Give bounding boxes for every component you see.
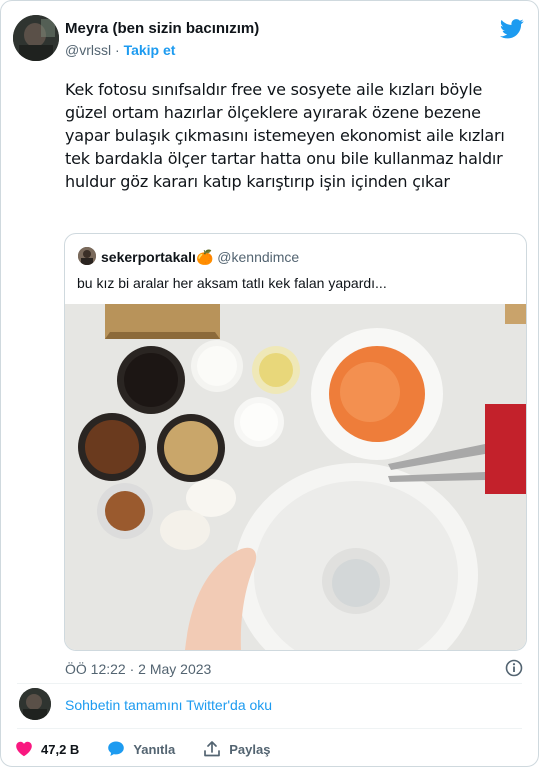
quoted-tweet-photo[interactable] [65,304,526,650]
handle-separator: · [115,42,120,58]
quoted-author-handle[interactable]: @kenndimce [217,249,299,265]
reply-label: Yanıtla [133,741,176,757]
author-name[interactable]: Meyra (ben sizin bacınızım) [65,20,259,37]
quoted-author-name[interactable]: sekerportakalı🍊 [101,249,213,265]
share-button[interactable]: Paylaş [203,740,270,758]
quoted-tweet-text: bu kız bi aralar her aksam tatlı kek fal… [77,275,387,291]
author-handle[interactable]: @vrlssl [65,42,111,58]
twitter-bird-icon[interactable] [500,19,524,39]
read-conversation-link[interactable]: Sohbetin tamamını Twitter'da oku [65,697,272,713]
tweet-text: Kek fotosu sınıfsaldır free ve sosyete a… [65,80,505,191]
conversation-avatar[interactable] [19,688,51,720]
quoted-author-avatar[interactable] [78,247,96,265]
author-handle-row: @vrlssl · Takip et [65,42,175,58]
like-button[interactable]: 47,2 B [15,740,79,758]
quoted-author-row: sekerportakalı🍊 @kenndimce [101,249,299,266]
tweet-timestamp[interactable]: ÖÖ 12:22 · 2 May 2023 [65,661,211,677]
share-icon [204,741,221,757]
tweet-actions: 47,2 B Yanıtla Paylaş [15,740,298,758]
info-icon[interactable] [505,659,523,677]
share-label: Paylaş [229,741,271,757]
divider [17,728,522,729]
like-count: 47,2 B [41,741,80,757]
speech-bubble-icon [108,741,125,756]
heart-icon [16,741,32,757]
author-avatar[interactable] [13,15,59,61]
tweet-card: Meyra (ben sizin bacınızım) @vrlssl · Ta… [0,0,539,767]
reply-button[interactable]: Yanıtla [107,740,175,758]
follow-button[interactable]: Takip et [124,42,176,58]
quoted-tweet[interactable]: sekerportakalı🍊 @kenndimce bu kız bi ara… [64,233,527,651]
divider [17,683,522,684]
